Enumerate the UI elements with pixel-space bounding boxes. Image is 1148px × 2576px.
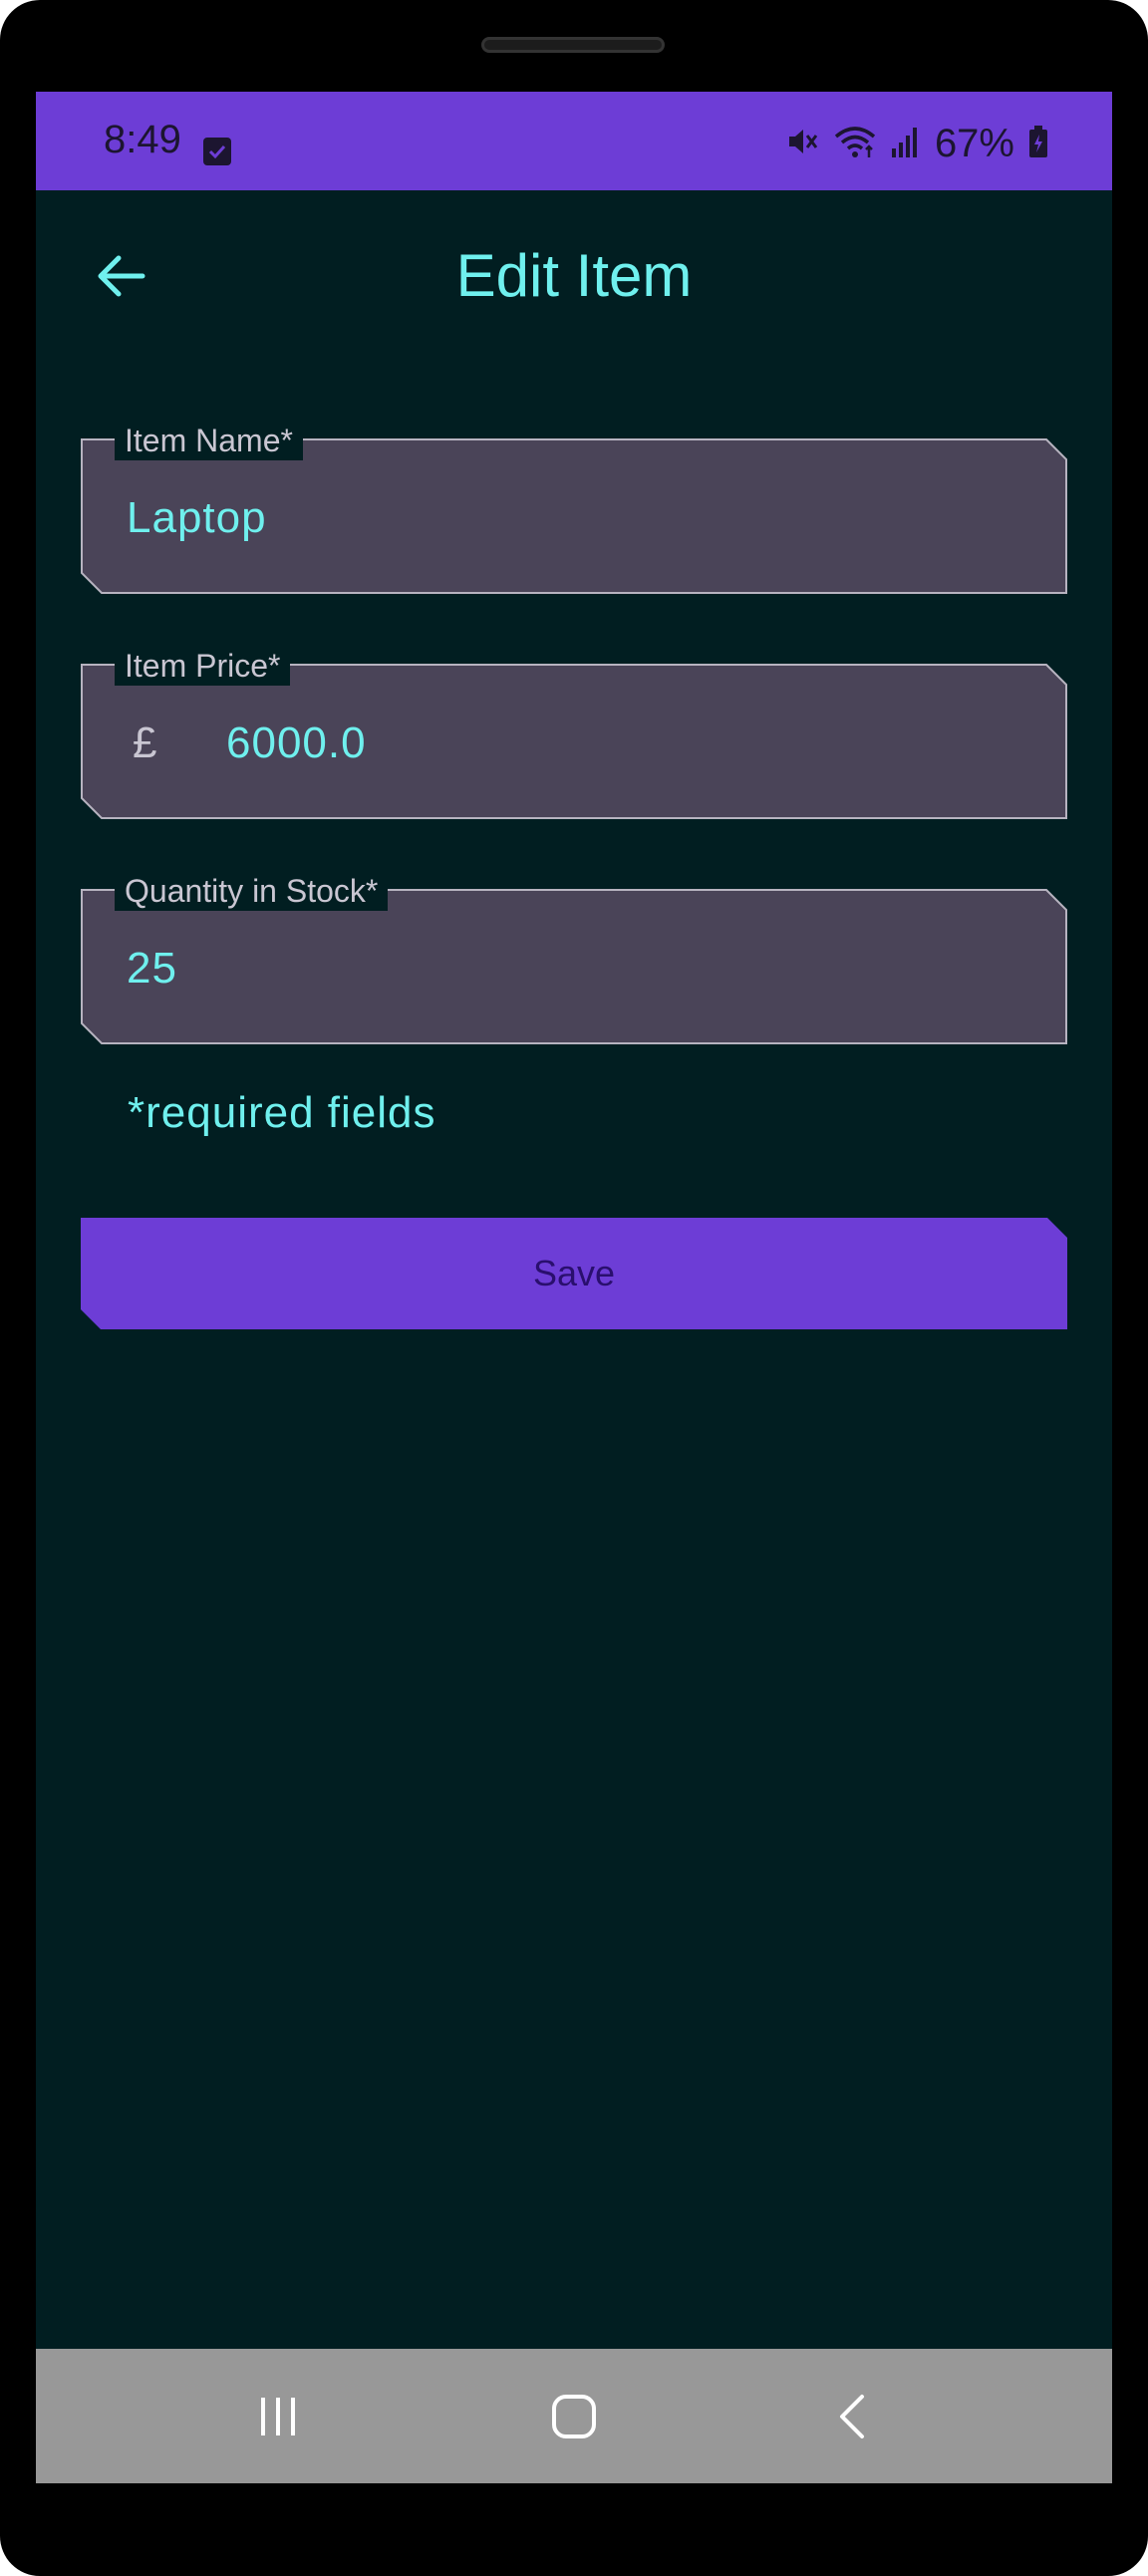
mute-icon (785, 125, 819, 163)
item-price-field[interactable]: Item Price* £ 6000.0 (81, 646, 1067, 819)
system-nav-bar (36, 2349, 1112, 2483)
currency-prefix: £ (133, 718, 157, 767)
quantity-value: 25 (127, 944, 177, 993)
required-fields-note: *required fields (128, 1088, 436, 1137)
home-icon (552, 2394, 596, 2438)
status-icons: 67% (785, 122, 1048, 166)
recent-apps-button[interactable] (218, 2349, 338, 2483)
item-name-field[interactable]: Item Name* Laptop (81, 421, 1067, 594)
app-screen: 8:49 67% Edit Item Item Name* Laptop Ite… (36, 92, 1112, 2483)
recent-apps-icon (261, 2397, 295, 2435)
quantity-label: Quantity in Stock* (115, 871, 389, 911)
back-icon (840, 2394, 864, 2438)
checkbox-notification-icon (203, 138, 231, 165)
status-bar: 8:49 67% (36, 92, 1112, 190)
signal-icon (891, 125, 921, 163)
item-price-value: 6000.0 (226, 718, 367, 767)
save-button[interactable]: Save (81, 1218, 1067, 1329)
battery-percent: 67% (934, 122, 1014, 165)
item-name-label: Item Name* (115, 421, 303, 460)
quantity-field[interactable]: Quantity in Stock* 25 (81, 871, 1067, 1044)
wifi-icon (833, 125, 877, 163)
battery-icon (1028, 125, 1048, 163)
item-name-value: Laptop (127, 493, 267, 542)
nav-back-button[interactable] (793, 2349, 913, 2483)
field-outline (81, 889, 1067, 1044)
status-time: 8:49 (104, 118, 181, 161)
home-button[interactable] (514, 2349, 634, 2483)
phone-frame: 8:49 67% Edit Item Item Name* Laptop Ite… (0, 0, 1148, 2576)
item-price-label: Item Price* (115, 646, 291, 686)
earpiece-speaker (481, 37, 665, 53)
save-button-label: Save (532, 1253, 616, 1293)
page-title: Edit Item (455, 242, 693, 309)
